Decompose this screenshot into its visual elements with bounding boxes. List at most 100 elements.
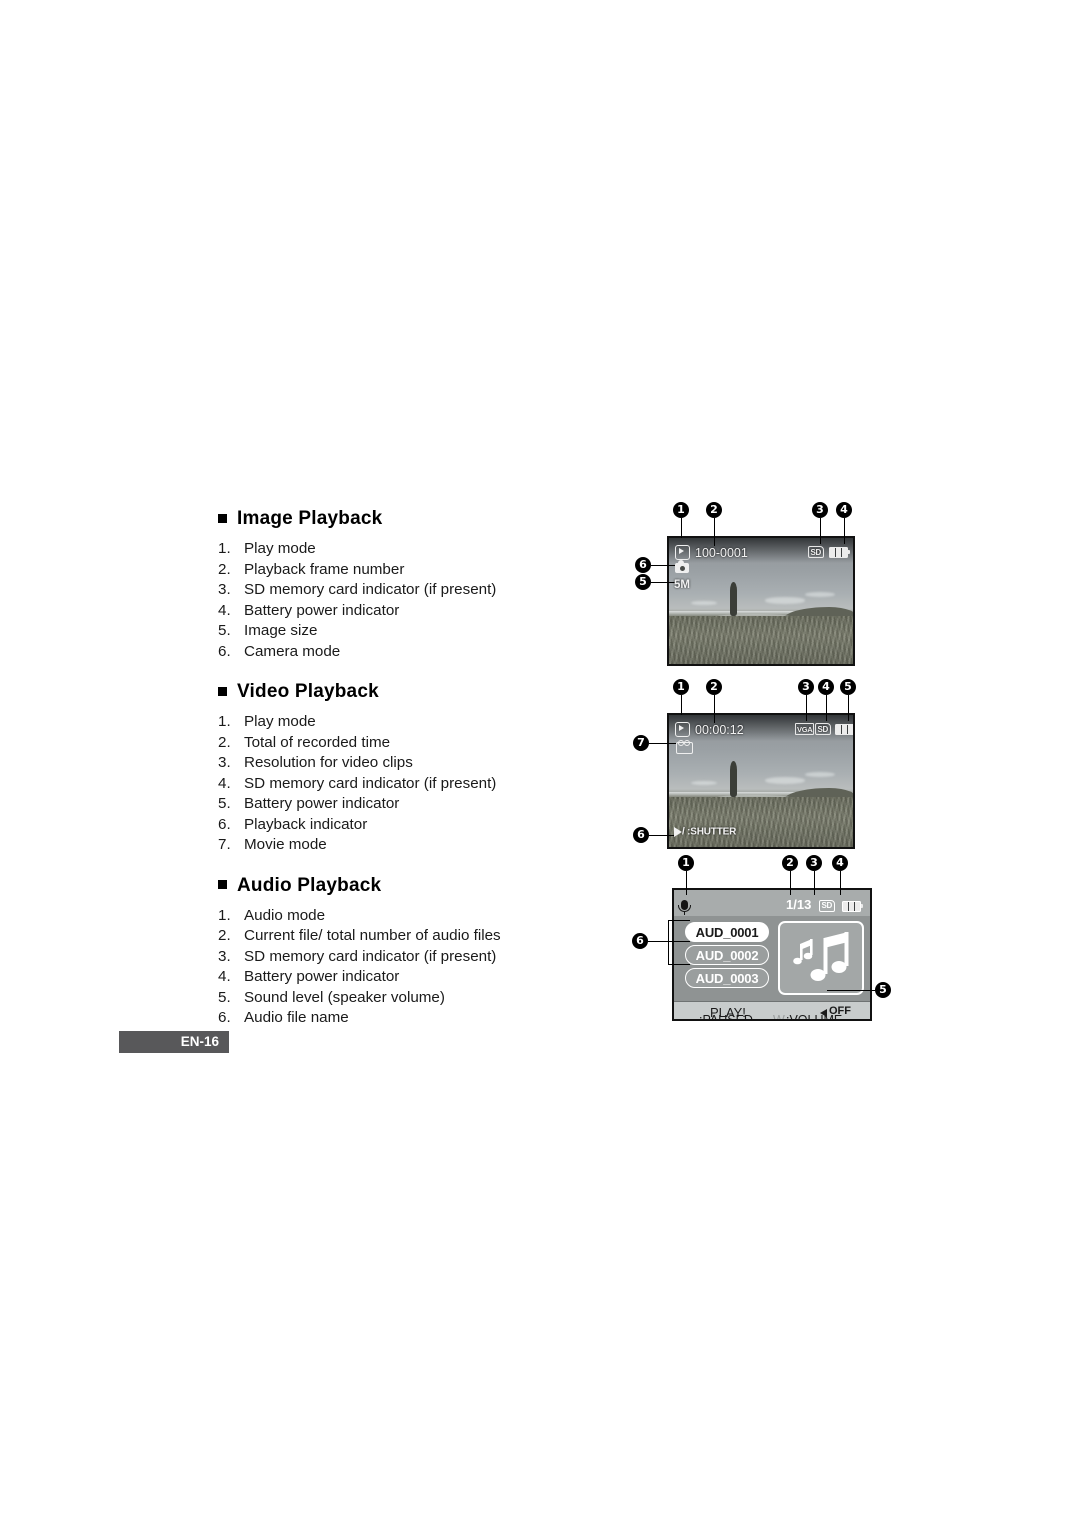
list-number: 1. <box>218 713 231 730</box>
callout-4: 4 <box>818 679 834 695</box>
instructions-column: Image Playback 1. Play mode 2. Playback fr… <box>218 508 618 1048</box>
list-item: 6. Playback indicator <box>218 815 618 836</box>
paused-hint: :PAUSED <box>699 1013 753 1021</box>
callout-leader <box>681 695 682 715</box>
callout-leader <box>714 695 715 723</box>
section-title-text: Video Playback <box>237 681 379 702</box>
section-audio-playback: Audio Playback 1. Audio mode 2. Current fi… <box>218 875 618 1029</box>
section-title: Image Playback <box>218 508 618 530</box>
callout-leader <box>648 941 668 942</box>
list-label: Battery power indicator <box>244 795 400 812</box>
list-label: Battery power indicator <box>244 601 400 619</box>
callout-leader <box>649 743 677 744</box>
callout-leader <box>668 964 690 965</box>
callout-3: 3 <box>806 855 822 871</box>
battery-icon <box>829 547 851 559</box>
list-label: Play mode <box>244 713 316 730</box>
lcd-video-playback: 00:00:12 VGA SD / :SHUTTER <box>667 713 855 849</box>
list-label: Play mode <box>244 540 316 557</box>
callout-leader <box>790 871 791 895</box>
callout-1: 1 <box>678 855 694 871</box>
callout-2: 2 <box>706 502 722 518</box>
list-item: 2. Total of recorded time <box>218 733 618 754</box>
cloud-shape <box>691 601 717 605</box>
callout-leader <box>668 920 690 921</box>
list-item: 1. Play mode <box>218 712 618 733</box>
grass-field <box>669 796 853 847</box>
lcd-image-playback: 100-0001 SD 5M <box>667 536 855 666</box>
callout-leader <box>844 518 845 544</box>
recorded-time-label: 00:00:12 <box>695 723 744 737</box>
tree-shape <box>729 761 738 797</box>
list-item: 2. Playback frame number <box>218 560 618 581</box>
list-item: 7. Movie mode <box>218 835 618 856</box>
list-number: 3. <box>218 754 231 771</box>
list-number: 2. <box>218 927 231 944</box>
list-label: Battery power indicator <box>244 968 400 985</box>
callout-4: 4 <box>832 855 848 871</box>
callout-5: 5 <box>875 982 891 998</box>
playback-indicator: / :SHUTTER <box>674 827 736 838</box>
callout-1: 1 <box>673 679 689 695</box>
list-item: 3. SD memory card indicator (if present) <box>218 580 618 601</box>
audio-file-item[interactable]: AUD_0003 <box>685 968 769 988</box>
callout-leader <box>806 695 807 721</box>
list-number: 6. <box>218 642 231 660</box>
cloud-shape <box>764 777 806 784</box>
callout-leader <box>681 518 682 538</box>
section-title-text: Image Playback <box>237 508 383 529</box>
manual-page: Image Playback 1. Play mode 2. Playback fr… <box>0 0 1080 1528</box>
list-item: 1. Play mode <box>218 539 618 560</box>
list-number: 5. <box>218 795 231 812</box>
list-item: 1. Audio mode <box>218 906 618 927</box>
list-label: Total of recorded time <box>244 733 391 751</box>
list-label: Camera mode <box>244 642 341 660</box>
camera-mode-icon <box>675 560 689 575</box>
tree-shape <box>729 582 738 617</box>
list-number: 4. <box>218 968 231 985</box>
list-item: 3. Resolution for video clips <box>218 753 618 774</box>
sd-card-icon: SD <box>819 897 835 915</box>
video-resolution-icon: VGA <box>795 723 815 735</box>
volume-down-key: W <box>773 1013 785 1021</box>
play-triangle-icon <box>674 827 682 837</box>
section-title-text: Audio Playback <box>237 874 382 896</box>
cloud-shape <box>805 592 835 598</box>
audio-file-item[interactable]: AUD_0001 <box>685 922 769 942</box>
callout-6: 6 <box>632 933 648 949</box>
cloud-shape <box>764 597 806 604</box>
list-label: Current file/ total number of audio file… <box>244 927 501 944</box>
callout-leader <box>820 518 821 544</box>
callout-4: 4 <box>836 502 852 518</box>
sd-card-icon: SD <box>815 723 831 736</box>
list-item: 5. Battery power indicator <box>218 794 618 815</box>
list-number: 5. <box>218 988 231 1006</box>
play-mode-icon <box>675 545 690 560</box>
list-number: 4. <box>218 601 231 619</box>
page-footer-label: EN-16 <box>119 1031 229 1053</box>
list-label: Playback frame number <box>244 560 405 578</box>
callout-6: 6 <box>633 827 649 843</box>
callout-leader <box>651 582 675 583</box>
list-label: Resolution for video clips <box>244 754 413 771</box>
list-number: 3. <box>218 581 231 598</box>
list-item: 5. Image size <box>218 621 618 642</box>
list-label: Audio file name <box>244 1009 349 1026</box>
square-bullet-icon <box>218 686 227 696</box>
list-label: SD memory card indicator (if present) <box>244 774 497 792</box>
sd-card-icon: SD <box>808 546 824 559</box>
callout-2: 2 <box>782 855 798 871</box>
callout-1: 1 <box>673 502 689 518</box>
callout-leader <box>840 871 841 895</box>
legend-list: 1. Play mode 2. Playback frame number 3. SD… <box>218 539 618 662</box>
legend-list: 1. Audio mode 2. Current file/ total numbe… <box>218 906 618 1029</box>
callout-5: 5 <box>635 574 651 590</box>
audio-file-item[interactable]: AUD_0002 <box>685 945 769 965</box>
list-number: 1. <box>218 906 231 924</box>
image-size-label: 5M <box>674 579 690 591</box>
battery-icon <box>842 898 864 916</box>
movie-mode-icon <box>676 739 693 755</box>
list-number: 2. <box>218 560 231 578</box>
list-label: SD memory card indicator (if present) <box>244 947 497 965</box>
callout-leader <box>649 835 675 836</box>
